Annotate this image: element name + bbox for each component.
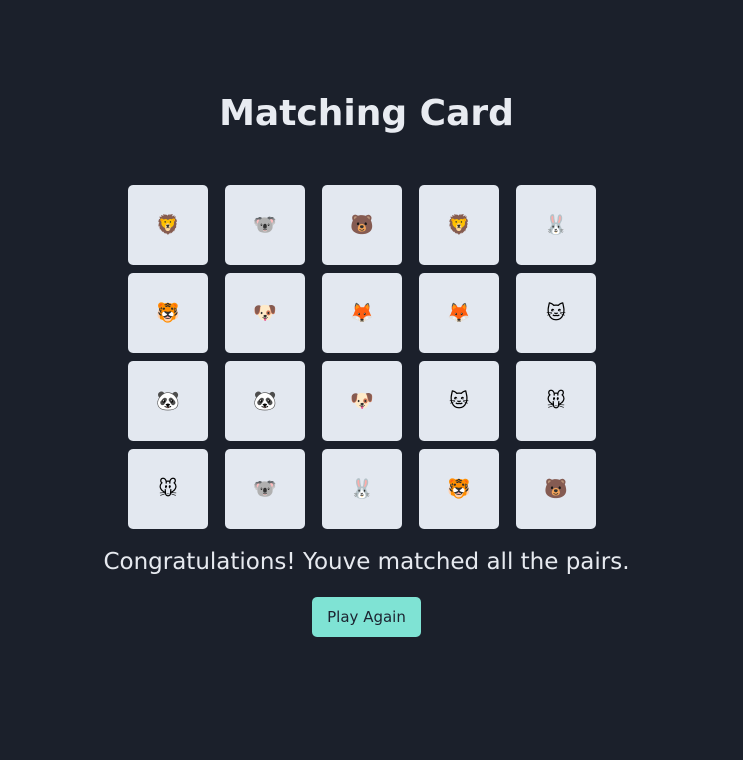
bear-icon: 🐻 — [544, 477, 568, 500]
mouse-icon: 🐭 — [546, 389, 566, 412]
card-rabbit[interactable]: 🐰 — [322, 449, 402, 529]
card-mouse[interactable]: 🐭 — [516, 361, 596, 441]
card-panda[interactable]: 🐼 — [225, 361, 305, 441]
card-koala[interactable]: 🐨 — [225, 185, 305, 265]
card-mouse[interactable]: 🐭 — [128, 449, 208, 529]
card-cat[interactable]: 🐱 — [419, 361, 499, 441]
completion-message: Congratulations! Youve matched all the p… — [103, 549, 630, 575]
koala-icon: 🐨 — [253, 213, 277, 236]
card-tiger[interactable]: 🐯 — [128, 273, 208, 353]
lion-icon: 🦁 — [447, 213, 471, 236]
game-page: Matching Card 🦁 🐨 🐻 🦁 🐰 🐯 🐶 🦊 🦊 🐱 🐼 🐼 🐶 … — [0, 0, 743, 760]
page-title: Matching Card — [219, 93, 514, 134]
fox-icon: 🦊 — [447, 301, 471, 324]
card-bear[interactable]: 🐻 — [516, 449, 596, 529]
bear-icon: 🐻 — [350, 213, 374, 236]
panda-icon: 🐼 — [156, 389, 180, 412]
fox-icon: 🦊 — [350, 301, 374, 324]
card-cat[interactable]: 🐱 — [516, 273, 596, 353]
panda-icon: 🐼 — [253, 389, 277, 412]
card-bear[interactable]: 🐻 — [322, 185, 402, 265]
card-fox[interactable]: 🦊 — [419, 273, 499, 353]
lion-icon: 🦁 — [156, 213, 180, 236]
cat-icon: 🐱 — [449, 389, 469, 412]
cat-icon: 🐱 — [546, 301, 566, 324]
card-lion[interactable]: 🦁 — [128, 185, 208, 265]
mouse-icon: 🐭 — [158, 477, 178, 500]
card-tiger[interactable]: 🐯 — [419, 449, 499, 529]
tiger-icon: 🐯 — [156, 301, 180, 324]
card-rabbit[interactable]: 🐰 — [516, 185, 596, 265]
card-koala[interactable]: 🐨 — [225, 449, 305, 529]
koala-icon: 🐨 — [253, 477, 277, 500]
rabbit-icon: 🐰 — [544, 213, 568, 236]
card-panda[interactable]: 🐼 — [128, 361, 208, 441]
card-dog[interactable]: 🐶 — [322, 361, 402, 441]
tiger-icon: 🐯 — [447, 477, 471, 500]
dog-icon: 🐶 — [253, 301, 277, 324]
rabbit-icon: 🐰 — [350, 477, 374, 500]
card-dog[interactable]: 🐶 — [225, 273, 305, 353]
card-grid: 🦁 🐨 🐻 🦁 🐰 🐯 🐶 🦊 🦊 🐱 🐼 🐼 🐶 🐱 🐭 🐭 🐨 🐰 🐯 🐻 — [128, 185, 596, 529]
card-fox[interactable]: 🦊 — [322, 273, 402, 353]
dog-icon: 🐶 — [350, 389, 374, 412]
card-lion[interactable]: 🦁 — [419, 185, 499, 265]
play-again-button[interactable]: Play Again — [312, 597, 421, 637]
